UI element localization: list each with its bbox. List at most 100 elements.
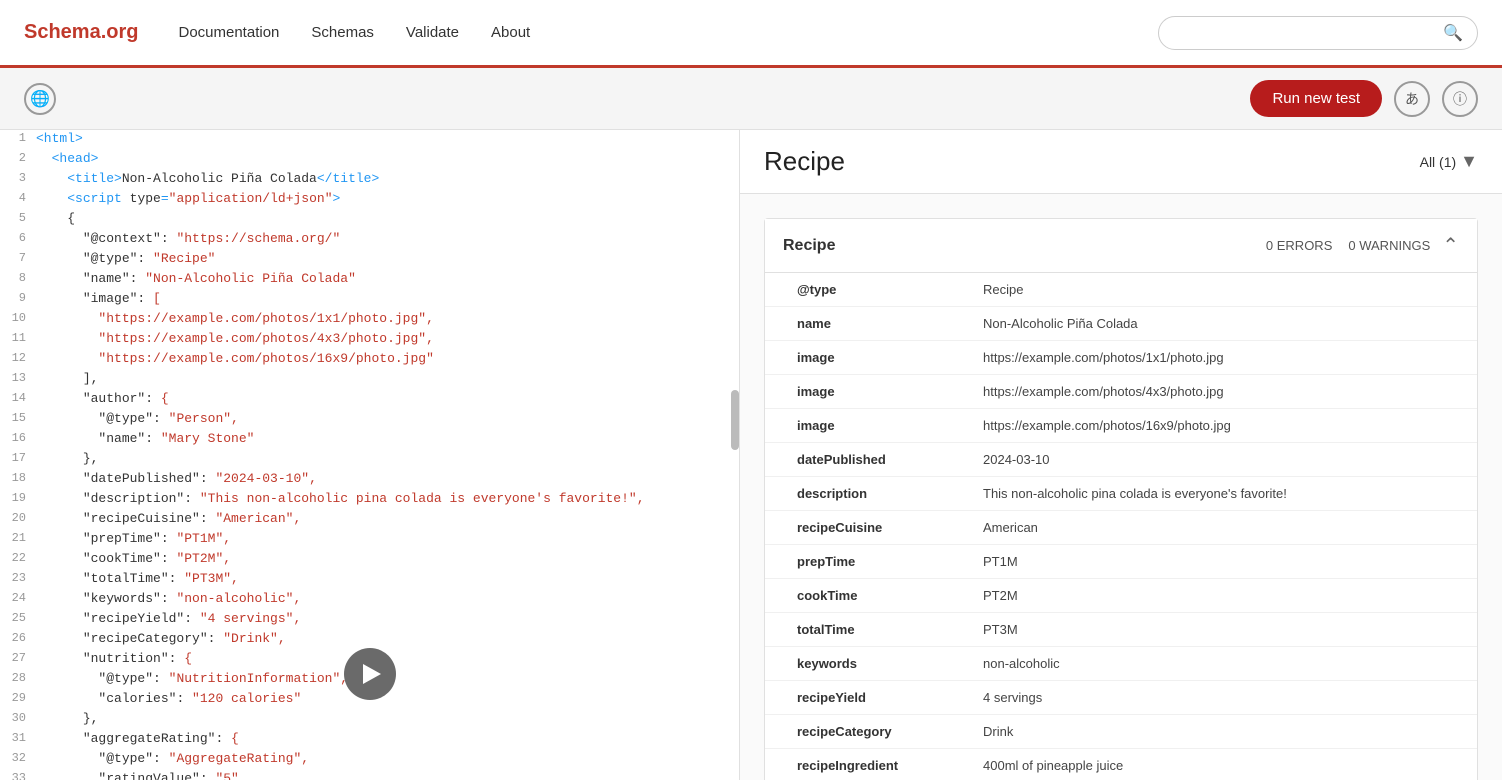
line-number: 26 (0, 631, 36, 649)
line-number: 13 (0, 371, 36, 389)
line-number: 32 (0, 751, 36, 769)
code-line: 21 "prepTime": "PT1M", (0, 530, 739, 550)
line-number: 16 (0, 431, 36, 449)
code-line: 14 "author": { (0, 390, 739, 410)
line-number: 7 (0, 251, 36, 269)
line-content: "name": "Mary Stone" (36, 431, 739, 449)
text-size-button[interactable]: あ (1394, 81, 1430, 117)
table-row: totalTimePT3M (765, 613, 1477, 647)
table-key: @type (765, 273, 965, 307)
nav-validate[interactable]: Validate (406, 24, 459, 41)
line-number: 22 (0, 551, 36, 569)
line-number: 19 (0, 491, 36, 509)
line-content: "name": "Non-Alcoholic Piña Colada" (36, 271, 739, 289)
warnings-count: 0 WARNINGS (1348, 238, 1430, 253)
line-content: }, (36, 711, 739, 729)
code-line: 30 }, (0, 710, 739, 730)
code-line: 33 "ratingValue": "5", (0, 770, 739, 780)
nav-about[interactable]: About (491, 24, 530, 41)
main-content: 1<html>2 <head>3 <title>Non-Alcoholic Pi… (0, 130, 1502, 780)
line-number: 8 (0, 271, 36, 289)
play-icon (363, 664, 381, 684)
table-row: recipeYield4 servings (765, 681, 1477, 715)
table-key: description (765, 477, 965, 511)
line-number: 33 (0, 771, 36, 780)
table-row: recipeIngredient400ml of pineapple juice (765, 749, 1477, 780)
search-input[interactable] (1173, 25, 1443, 41)
line-content: }, (36, 451, 739, 469)
table-row: @typeRecipe (765, 273, 1477, 307)
line-content: <head> (36, 151, 739, 169)
code-line: 15 "@type": "Person", (0, 410, 739, 430)
logo[interactable]: Schema.org (24, 21, 138, 44)
right-panel-header: Recipe All (1) ▼ (740, 130, 1502, 194)
line-content: "author": { (36, 391, 739, 409)
line-content: "datePublished": "2024-03-10", (36, 471, 739, 489)
line-number: 6 (0, 231, 36, 249)
line-content: "recipeCategory": "Drink", (36, 631, 739, 649)
table-key: image (765, 341, 965, 375)
table-value: 400ml of pineapple juice (965, 749, 1477, 780)
line-content: ], (36, 371, 739, 389)
line-number: 4 (0, 191, 36, 209)
line-content: "prepTime": "PT1M", (36, 531, 739, 549)
code-panel[interactable]: 1<html>2 <head>3 <title>Non-Alcoholic Pi… (0, 130, 740, 780)
nav-links: Documentation Schemas Validate About (178, 24, 1158, 41)
line-number: 18 (0, 471, 36, 489)
table-row: imagehttps://example.com/photos/16x9/pho… (765, 409, 1477, 443)
table-value: American (965, 511, 1477, 545)
code-line: 2 <head> (0, 150, 739, 170)
line-number: 9 (0, 291, 36, 309)
table-row: descriptionThis non-alcoholic pina colad… (765, 477, 1477, 511)
table-row: keywordsnon-alcoholic (765, 647, 1477, 681)
line-number: 23 (0, 571, 36, 589)
line-content: "@type": "Person", (36, 411, 739, 429)
line-content: "ratingValue": "5", (36, 771, 739, 780)
info-button[interactable]: ⓘ (1442, 81, 1478, 117)
table-value: Non-Alcoholic Piña Colada (965, 307, 1477, 341)
all-selector[interactable]: All (1) ▼ (1420, 151, 1478, 172)
code-line: 32 "@type": "AggregateRating", (0, 750, 739, 770)
line-content: <title>Non-Alcoholic Piña Colada</title> (36, 171, 739, 189)
table-key: image (765, 409, 965, 443)
collapse-button[interactable]: ⌃ (1442, 233, 1459, 258)
line-content: "aggregateRating": { (36, 731, 739, 749)
nav-documentation[interactable]: Documentation (178, 24, 279, 41)
code-line: 11 "https://example.com/photos/4x3/photo… (0, 330, 739, 350)
code-line: 6 "@context": "https://schema.org/" (0, 230, 739, 250)
table-row: nameNon-Alcoholic Piña Colada (765, 307, 1477, 341)
table-value: 2024-03-10 (965, 443, 1477, 477)
table-value: PT3M (965, 613, 1477, 647)
code-line: 8 "name": "Non-Alcoholic Piña Colada" (0, 270, 739, 290)
table-row: imagehttps://example.com/photos/4x3/phot… (765, 375, 1477, 409)
data-table: @typeRecipenameNon-Alcoholic Piña Colada… (765, 273, 1477, 780)
errors-warnings: 0 ERRORS 0 WARNINGS (1266, 238, 1430, 253)
chevron-down-icon: ▼ (1460, 151, 1478, 172)
line-content: "recipeYield": "4 servings", (36, 611, 739, 629)
line-content: "@type": "Recipe" (36, 251, 739, 269)
code-line: 7 "@type": "Recipe" (0, 250, 739, 270)
table-key: totalTime (765, 613, 965, 647)
code-line: 9 "image": [ (0, 290, 739, 310)
line-number: 1 (0, 131, 36, 149)
scrollbar-handle[interactable] (731, 390, 739, 450)
play-button[interactable] (344, 648, 396, 700)
line-number: 2 (0, 151, 36, 169)
run-test-button[interactable]: Run new test (1250, 80, 1382, 117)
nav-schemas[interactable]: Schemas (311, 24, 374, 41)
code-line: 22 "cookTime": "PT2M", (0, 550, 739, 570)
code-line: 23 "totalTime": "PT3M", (0, 570, 739, 590)
code-line: 4 <script type="application/ld+json"> (0, 190, 739, 210)
line-content: "@context": "https://schema.org/" (36, 231, 739, 249)
line-number: 3 (0, 171, 36, 189)
line-content: { (36, 211, 739, 229)
line-content: "description": "This non-alcoholic pina … (36, 491, 739, 509)
code-line: 18 "datePublished": "2024-03-10", (0, 470, 739, 490)
line-number: 5 (0, 211, 36, 229)
code-line: 17 }, (0, 450, 739, 470)
line-number: 21 (0, 531, 36, 549)
table-key: recipeYield (765, 681, 965, 715)
line-number: 20 (0, 511, 36, 529)
search-icon: 🔍 (1443, 23, 1463, 43)
line-number: 15 (0, 411, 36, 429)
